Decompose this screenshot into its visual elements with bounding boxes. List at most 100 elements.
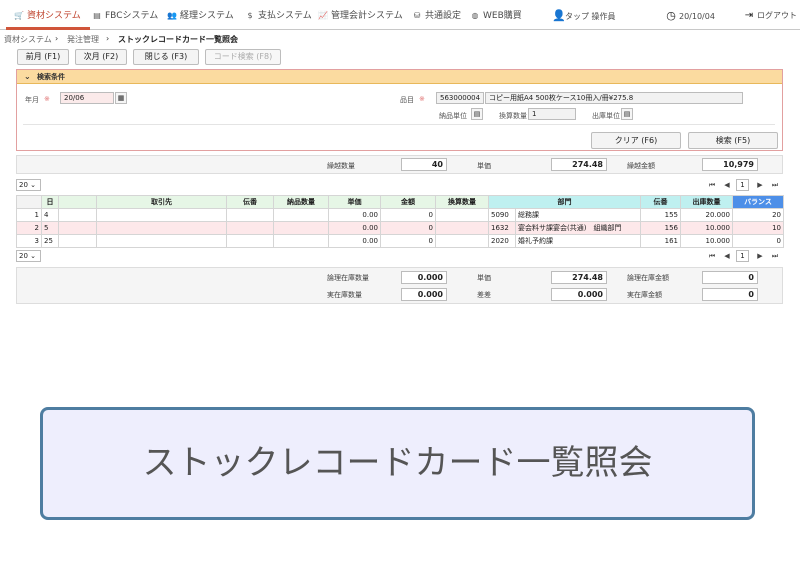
nav-item-accounting[interactable]: 👥 経理システム: [167, 9, 234, 22]
logout-button[interactable]: ⇥ ログアウト: [744, 9, 797, 22]
col-header-amount[interactable]: 金額: [380, 195, 436, 209]
logical-stock-amount-label: 論理在庫金額: [627, 274, 669, 282]
nav-item-management-accounting[interactable]: 📈 管理会計システム: [318, 9, 403, 22]
current-page[interactable]: 1: [736, 250, 749, 262]
breadcrumb-current: ストックレコードカード一覧照会: [118, 35, 238, 44]
col-header-delivery-qty[interactable]: 納品数量: [273, 195, 329, 209]
close-button[interactable]: 閉じる (F3): [133, 49, 199, 65]
row-slip-in: [226, 208, 274, 222]
carryover-qty-value: 40: [401, 158, 447, 171]
item-name-field: コピー用紙A4 500枚ケース10冊入/冊¥275.8: [485, 92, 743, 104]
search-panel-header[interactable]: ⌄ 検索条件: [17, 70, 782, 84]
row-blank: [58, 234, 97, 248]
required-mark: ※: [419, 95, 425, 103]
nav-item-materials[interactable]: 🛒 資材システム: [14, 9, 81, 22]
nav-item-fbc[interactable]: ▤ FBCシステム: [92, 9, 158, 22]
logical-stock-amount-value: 0: [702, 271, 758, 284]
row-partner: [96, 208, 227, 222]
col-header-day[interactable]: 日: [41, 195, 59, 209]
row-day: 5: [41, 221, 59, 235]
variance-value: 0.000: [551, 288, 607, 301]
sitemap-icon: ⛁: [413, 11, 421, 20]
col-header-conversion-qty[interactable]: 換算数量: [435, 195, 489, 209]
table-row[interactable]: 2 5 0.00 0 1632 宴会料サ課宴会(共通) 組織部門 156 10.…: [16, 221, 784, 235]
page-size-select[interactable]: 20 ⌄: [16, 179, 41, 191]
item-label: 品目: [400, 96, 414, 104]
row-slip-in: [226, 234, 274, 248]
col-header-slip-out[interactable]: 伝番: [640, 195, 681, 209]
carryover-qty-label: 繰越数量: [327, 162, 355, 170]
nav-item-payment[interactable]: $ 支払システム: [245, 9, 311, 22]
delivery-unit-label: 納品単位: [439, 112, 467, 120]
actual-stock-amount-label: 実在庫金額: [627, 291, 662, 299]
col-header-department[interactable]: 部門: [488, 195, 641, 209]
issue-unit-label: 出庫単位: [592, 112, 620, 120]
prev-page-icon[interactable]: ◀: [722, 181, 732, 189]
current-date: ◷ 20/10/04: [666, 9, 715, 22]
item-code-input[interactable]: 563000004: [436, 92, 484, 104]
row-issue-qty: 10.000: [680, 221, 733, 235]
title-banner: ストックレコードカード一覧照会: [40, 407, 755, 520]
prev-month-button[interactable]: 前月 (F1): [17, 49, 69, 65]
logout-icon: ⇥: [744, 10, 754, 21]
page-size-select[interactable]: 20 ⌄: [16, 250, 41, 262]
col-header-balance[interactable]: バランス: [732, 195, 784, 209]
row-conversion-qty: [435, 208, 489, 222]
col-header-issue-qty[interactable]: 出庫数量: [680, 195, 733, 209]
row-unit-price: 0.00: [328, 208, 381, 222]
prev-page-icon[interactable]: ◀: [722, 252, 732, 260]
next-month-button[interactable]: 次月 (F2): [75, 49, 127, 65]
active-tab-indicator: [6, 27, 90, 30]
first-page-icon[interactable]: ⏮: [707, 252, 717, 261]
col-header-no: [16, 195, 42, 209]
clear-button[interactable]: クリア (F6): [591, 132, 681, 149]
logical-stock-qty-label: 論理在庫数量: [327, 274, 369, 282]
unit-price-value: 274.48: [551, 271, 607, 284]
row-blank: [58, 221, 97, 235]
table-row[interactable]: 1 4 0.00 0 5090 総務課 155 20.000 20: [16, 208, 784, 222]
user-icon: 👤: [552, 9, 566, 22]
row-dept-code: 1632: [488, 221, 516, 235]
actual-stock-qty-value: 0.000: [401, 288, 447, 301]
stock-summary: 論理在庫数量 0.000 単価 274.48 論理在庫金額 0 実在庫数量 0.…: [16, 267, 783, 304]
row-delivery-qty: [273, 208, 329, 222]
carryover-summary: 繰越数量 40 単価 274.48 繰越金額 10,979: [16, 155, 783, 174]
last-page-icon[interactable]: ⏭: [770, 181, 780, 190]
code-search-button[interactable]: コード検索 (F8): [205, 49, 281, 65]
col-header-partner[interactable]: 取引先: [96, 195, 227, 209]
table-row[interactable]: 3 25 0.00 0 2020 婚礼予約課 161 10.000 0: [16, 234, 784, 248]
row-dept-code: 5090: [488, 208, 516, 222]
breadcrumb-materials[interactable]: 資材システム: [4, 34, 52, 45]
col-header-slip-in[interactable]: 伝番: [226, 195, 274, 209]
last-page-icon[interactable]: ⏭: [770, 252, 780, 261]
issue-unit-field: ▤: [621, 108, 633, 120]
chevron-right-icon: ›: [106, 34, 110, 43]
cart-icon: 🛒: [14, 11, 24, 20]
calendar-icon[interactable]: ▦: [115, 92, 127, 104]
conversion-label: 換算数量: [499, 112, 527, 120]
row-dept-name: 宴会料サ課宴会(共通) 組織部門: [515, 221, 641, 235]
first-page-icon[interactable]: ⏮: [707, 181, 717, 190]
row-delivery-qty: [273, 221, 329, 235]
users-icon: 👥: [167, 11, 177, 20]
row-balance: 0: [732, 234, 784, 248]
card-icon: ▤: [93, 11, 101, 20]
search-button[interactable]: 検索 (F5): [688, 132, 778, 149]
year-month-label: 年月: [25, 96, 39, 104]
unit-price-label: 単価: [477, 162, 491, 170]
nav-item-web-purchase[interactable]: ◍ WEB購買: [470, 9, 522, 22]
next-page-icon[interactable]: ▶: [755, 252, 765, 260]
col-header-unit-price[interactable]: 単価: [328, 195, 381, 209]
row-blank: [58, 208, 97, 222]
breadcrumb-order-management[interactable]: 発注管理: [67, 34, 99, 45]
carryover-amount-value: 10,979: [702, 158, 758, 171]
nav-item-common-settings[interactable]: ⛁ 共通設定: [412, 9, 461, 22]
carryover-amount-label: 繰越金額: [627, 162, 655, 170]
row-amount: 0: [380, 221, 436, 235]
row-dept-name: 総務課: [515, 208, 641, 222]
current-page[interactable]: 1: [736, 179, 749, 191]
year-month-input[interactable]: 20/06: [60, 92, 114, 104]
chevron-right-icon: ›: [55, 34, 59, 43]
next-page-icon[interactable]: ▶: [755, 181, 765, 189]
globe-icon: ◍: [471, 11, 479, 20]
